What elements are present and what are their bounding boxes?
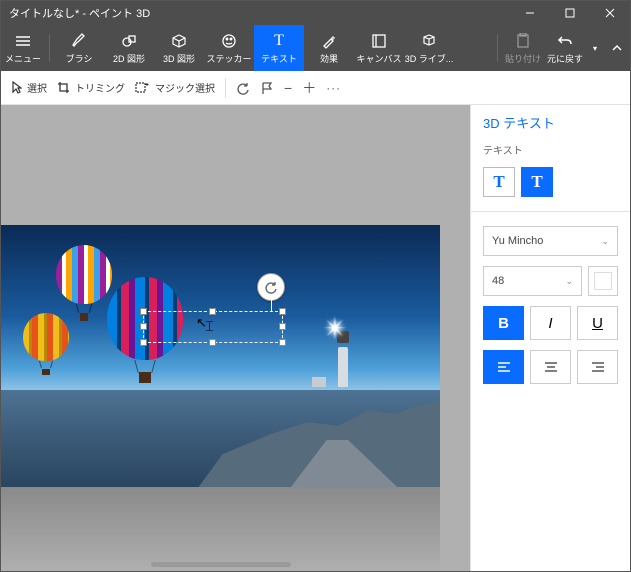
handle-tl[interactable] [140, 308, 147, 315]
canvas-icon [371, 32, 387, 50]
shape3d-tab[interactable]: 3D 図形 [154, 25, 204, 71]
app-window: タイトルなし* - ペイント 3D メニュー ブラシ 2D 図形 3D 図形 ス… [0, 0, 631, 572]
brush-icon [71, 32, 87, 50]
shape2d-icon [121, 32, 137, 50]
side-panel: 3D テキスト テキスト T T Yu Mincho ⌄ 48 ⌄ B I [470, 105, 630, 571]
chevron-up-icon [611, 41, 623, 55]
close-button[interactable] [590, 1, 630, 25]
minimize-button[interactable] [510, 1, 550, 25]
lib3d-icon [421, 32, 437, 50]
text-mode-group: T T [483, 167, 618, 197]
undo-icon [557, 32, 573, 50]
chevron-down-icon: ⌄ [565, 276, 573, 287]
italic-button[interactable]: I [530, 306, 571, 340]
maximize-button[interactable] [550, 1, 590, 25]
main-area: ⌶↖ 3D テキスト テキスト T T Yu Mincho ⌄ 48 [1, 105, 630, 571]
text-section-label: テキスト [483, 142, 618, 157]
font-size-dropdown[interactable]: 48 ⌄ [483, 266, 582, 296]
handle-tm[interactable] [209, 308, 216, 315]
handle-ml[interactable] [140, 323, 147, 330]
handle-bl[interactable] [140, 339, 147, 346]
zoom-in-tool[interactable]: ＋ [302, 71, 316, 104]
align-right-button[interactable] [577, 350, 618, 384]
more-tools[interactable]: ··· [326, 71, 341, 104]
titlebar: タイトルなし* - ペイント 3D [1, 1, 630, 25]
paste-button: 貼り付け [502, 25, 544, 71]
zoom-out-tool[interactable]: − [284, 71, 292, 104]
secondary-toolbar: 選択 トリミング マジック選択 − ＋ ··· [1, 71, 630, 105]
handle-mr[interactable] [279, 323, 286, 330]
ribbon: メニュー ブラシ 2D 図形 3D 図形 ステッカー T テキスト 効果 [1, 25, 630, 71]
shape3d-icon [171, 32, 187, 50]
panel-title: 3D テキスト [483, 113, 618, 132]
magic-select-tool[interactable]: マジック選択 [135, 71, 215, 104]
caret-down-icon: ▾ [593, 41, 597, 55]
canvas-tab[interactable]: キャンバス [354, 25, 404, 71]
menu-icon [15, 32, 31, 50]
menu-tab[interactable]: メニュー [1, 25, 45, 71]
canvas-viewport[interactable]: ⌶↖ [1, 105, 470, 571]
font-dropdown[interactable]: Yu Mincho ⌄ [483, 226, 618, 256]
underline-button[interactable]: U [577, 306, 618, 340]
rotate-handle[interactable] [257, 273, 285, 301]
horizontal-scrollbar[interactable] [151, 562, 291, 567]
text-2d-button[interactable]: T [483, 167, 515, 197]
text-selection-box[interactable] [143, 311, 283, 343]
canvas[interactable]: ⌶↖ [1, 225, 440, 487]
effects-icon [321, 32, 337, 50]
bold-button[interactable]: B [483, 306, 524, 340]
handle-br[interactable] [279, 339, 286, 346]
rotate-tool[interactable] [236, 71, 250, 104]
text-style-group: B I U [483, 306, 618, 340]
text-tab[interactable]: T テキスト [254, 25, 304, 71]
sticker-icon [221, 32, 237, 50]
align-center-button[interactable] [530, 350, 571, 384]
undo-button[interactable]: 元に戻す [544, 25, 586, 71]
handle-tr[interactable] [279, 308, 286, 315]
collapse-ribbon-button[interactable] [604, 25, 630, 71]
text-align-group [483, 350, 618, 384]
window-title: タイトルなし* - ペイント 3D [9, 5, 510, 21]
chevron-down-icon: ⌄ [601, 236, 609, 247]
paste-icon [516, 32, 530, 50]
shape2d-tab[interactable]: 2D 図形 [104, 25, 154, 71]
flag-tool[interactable] [260, 71, 274, 104]
align-left-button[interactable] [483, 350, 524, 384]
crop-tool[interactable]: トリミング [57, 71, 125, 104]
text-icon: T [274, 32, 284, 50]
text-3d-button[interactable]: T [521, 167, 553, 197]
color-swatch[interactable] [588, 266, 618, 296]
history-dropdown[interactable]: ▾ [586, 25, 604, 71]
brush-tab[interactable]: ブラシ [54, 25, 104, 71]
lib3d-tab[interactable]: 3D ライブ... [404, 25, 454, 71]
handle-bm[interactable] [209, 339, 216, 346]
sticker-tab[interactable]: ステッカー [204, 25, 254, 71]
effects-tab[interactable]: 効果 [304, 25, 354, 71]
select-tool[interactable]: 選択 [11, 71, 47, 104]
